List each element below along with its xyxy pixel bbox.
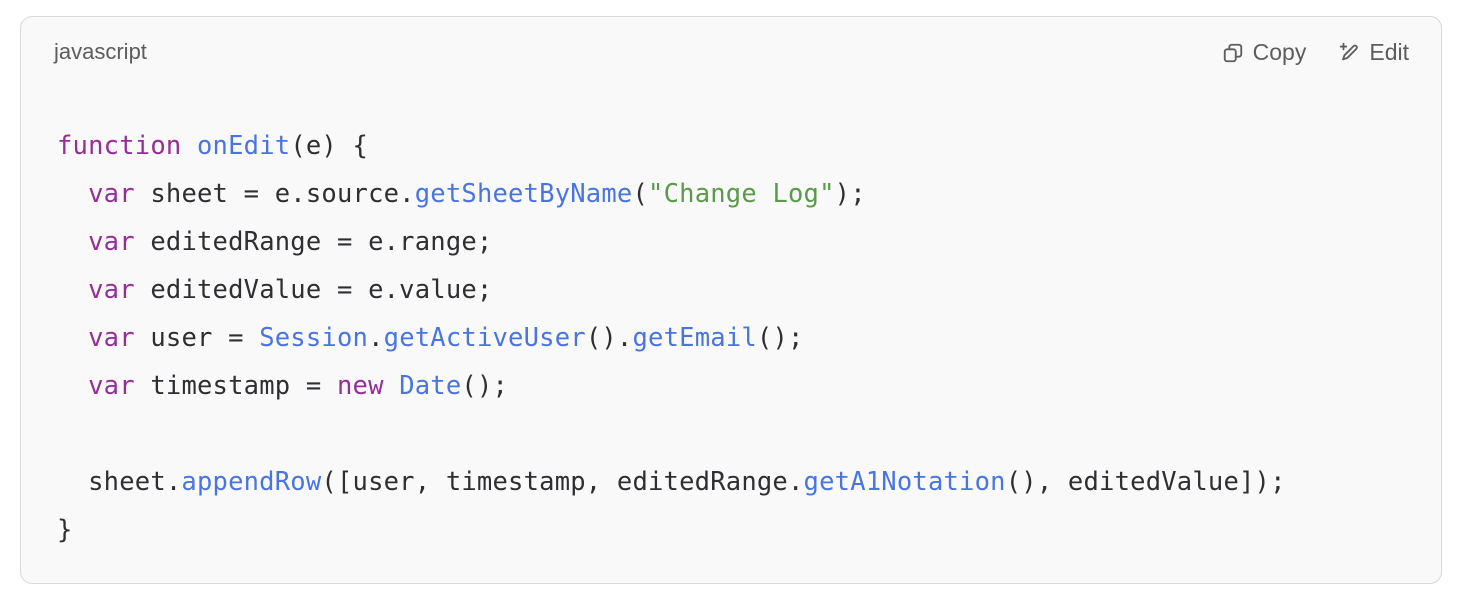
edit-pencil-sparkle-icon [1338,42,1360,64]
code-keyword: function [57,131,182,161]
code-text: (), editedValue]); [1005,467,1286,497]
language-label: javascript [54,39,147,64]
code-text: editedRange = e.range; [134,227,493,257]
code-text: timestamp = [134,371,337,401]
copy-button[interactable]: Copy [1222,39,1307,66]
code-string: "Change Log" [648,179,835,209]
code-line: var sheet = e.source.getSheetByName("Cha… [57,170,1286,218]
code-text: ( [632,179,649,209]
code-keyword: new [336,371,384,401]
code-function: appendRow [181,467,322,497]
code-block: javascript Copy Edit function onEdit(e) … [20,16,1442,584]
code-line: var timestamp = new Date(); [57,362,1286,410]
code-text: sheet. [57,467,182,497]
code-text: (e) { [290,131,369,161]
code-keyword: var [88,371,135,401]
code-function: Date [399,371,462,401]
code-line: var editedRange = e.range; [57,218,1286,266]
code-function: getA1Notation [803,467,1006,497]
code-keyword: var [88,227,135,257]
code-text: user = [134,323,260,353]
code-function: Session [259,323,369,353]
code-text: . [368,323,384,353]
code-content: function onEdit(e) { var sheet = e.sourc… [57,122,1286,554]
code-keyword: var [88,275,135,305]
code-line: } [57,506,1286,554]
edit-button[interactable]: Edit [1338,39,1409,66]
code-text: ); [834,179,866,209]
code-function: getSheetByName [414,179,633,209]
code-text: ([user, timestamp, editedRange. [321,467,804,497]
edit-label: Edit [1369,39,1409,65]
code-text: (); [461,371,509,401]
code-function: getEmail [632,323,757,353]
code-function: getActiveUser [383,323,586,353]
code-keyword: var [88,323,135,353]
code-function: onEdit [196,131,291,161]
code-actions: Copy Edit [1222,39,1409,66]
code-line: var user = Session.getActiveUser().getEm… [57,314,1286,362]
code-text: sheet = e.source. [134,179,415,209]
code-keyword: var [88,179,135,209]
copy-icon [1222,42,1244,64]
code-text: } [57,515,73,545]
code-line: function onEdit(e) { [57,122,1286,170]
code-text: editedValue = e.value; [134,275,493,305]
code-line: sheet.appendRow([user, timestamp, edited… [57,458,1286,506]
code-text: (). [585,323,633,353]
code-line: var editedValue = e.value; [57,266,1286,314]
code-text: (); [756,323,804,353]
copy-label: Copy [1252,39,1307,65]
